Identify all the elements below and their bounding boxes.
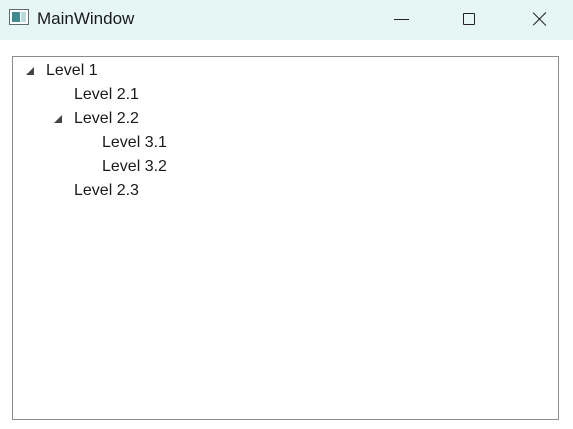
- tree-view[interactable]: Level 1 Level 2.1 Level 2.2 Level 3.1 Le…: [12, 56, 559, 420]
- tree-item-level-3-2[interactable]: Level 3.2: [102, 155, 167, 179]
- minimize-icon: [393, 18, 409, 20]
- window-title: MainWindow: [37, 9, 135, 28]
- tree-item-label: Level 3.2: [102, 158, 167, 175]
- window-app-icon[interactable]: [9, 9, 29, 25]
- tree-item-level-1[interactable]: Level 1: [46, 59, 98, 83]
- tree-item-label: Level 2.3: [74, 182, 139, 199]
- maximize-icon: [463, 13, 475, 25]
- maximize-button[interactable]: [434, 0, 504, 38]
- tree-item-label: Level 2.1: [74, 86, 139, 103]
- app-icon-pane-left: [12, 12, 20, 22]
- tree-item-level-2-2[interactable]: Level 2.2: [74, 107, 139, 131]
- tree-item-label: Level 3.1: [102, 134, 167, 151]
- minimize-button[interactable]: [366, 0, 436, 38]
- close-button[interactable]: [505, 0, 573, 38]
- close-icon: [532, 11, 548, 27]
- tree-item-label: Level 2.2: [74, 110, 139, 127]
- tree-item-label: Level 1: [46, 62, 98, 79]
- tree-item-level-2-3[interactable]: Level 2.3: [74, 179, 139, 203]
- title-bar[interactable]: MainWindow: [0, 0, 573, 40]
- tree-item-level-3-1[interactable]: Level 3.1: [102, 131, 167, 155]
- app-icon-pane-right: [21, 12, 26, 22]
- expanded-triangle-icon[interactable]: [26, 67, 34, 75]
- main-window: MainWindow Level 1 Level 2.1 Level 2.2 L…: [0, 0, 573, 429]
- tree-item-level-2-1[interactable]: Level 2.1: [74, 83, 139, 107]
- expanded-triangle-icon[interactable]: [54, 115, 62, 123]
